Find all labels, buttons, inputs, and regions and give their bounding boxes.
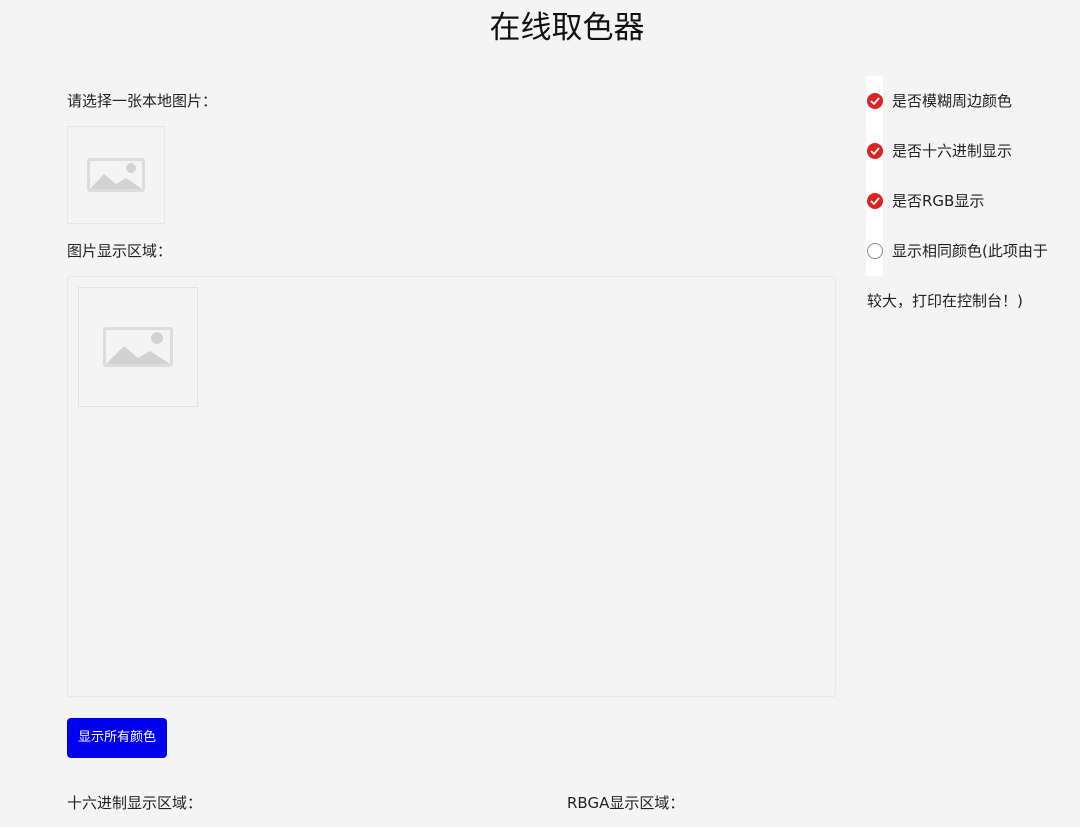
image-upload-button[interactable] (67, 126, 165, 224)
page-title: 在线取色器 (489, 10, 645, 46)
option-hex-display[interactable]: 是否十六进制显示 (866, 141, 1012, 161)
checked-radio-icon[interactable] (867, 193, 883, 209)
image-placeholder-icon (103, 327, 173, 367)
option-note: 较大，打印在控制台！) (867, 292, 1023, 310)
show-all-colors-button[interactable]: 显示所有颜色 (67, 718, 167, 758)
upload-label: 请选择一张本地图片： (67, 92, 218, 110)
checked-radio-icon[interactable] (867, 143, 883, 159)
unchecked-radio-icon[interactable] (867, 243, 883, 259)
image-display-area[interactable] (67, 276, 836, 697)
rgba-output-label: RBGA显示区域： (567, 794, 685, 812)
option-label: 显示相同颜色(此项由于 (892, 242, 1048, 260)
displayed-image[interactable] (78, 287, 198, 407)
hex-output-label: 十六进制显示区域： (67, 794, 203, 812)
option-label: 是否RGB显示 (892, 192, 985, 210)
image-placeholder-icon (87, 158, 145, 192)
option-label: 是否模糊周边颜色 (892, 92, 1013, 110)
option-rgb-display[interactable]: 是否RGB显示 (866, 191, 984, 211)
option-label: 是否十六进制显示 (892, 142, 1013, 160)
checked-radio-icon[interactable] (867, 93, 883, 109)
option-blur-surrounding[interactable]: 是否模糊周边颜色 (866, 91, 1012, 111)
option-same-colors[interactable]: 显示相同颜色(此项由于 (866, 241, 1048, 261)
display-area-label: 图片显示区域： (67, 242, 173, 260)
